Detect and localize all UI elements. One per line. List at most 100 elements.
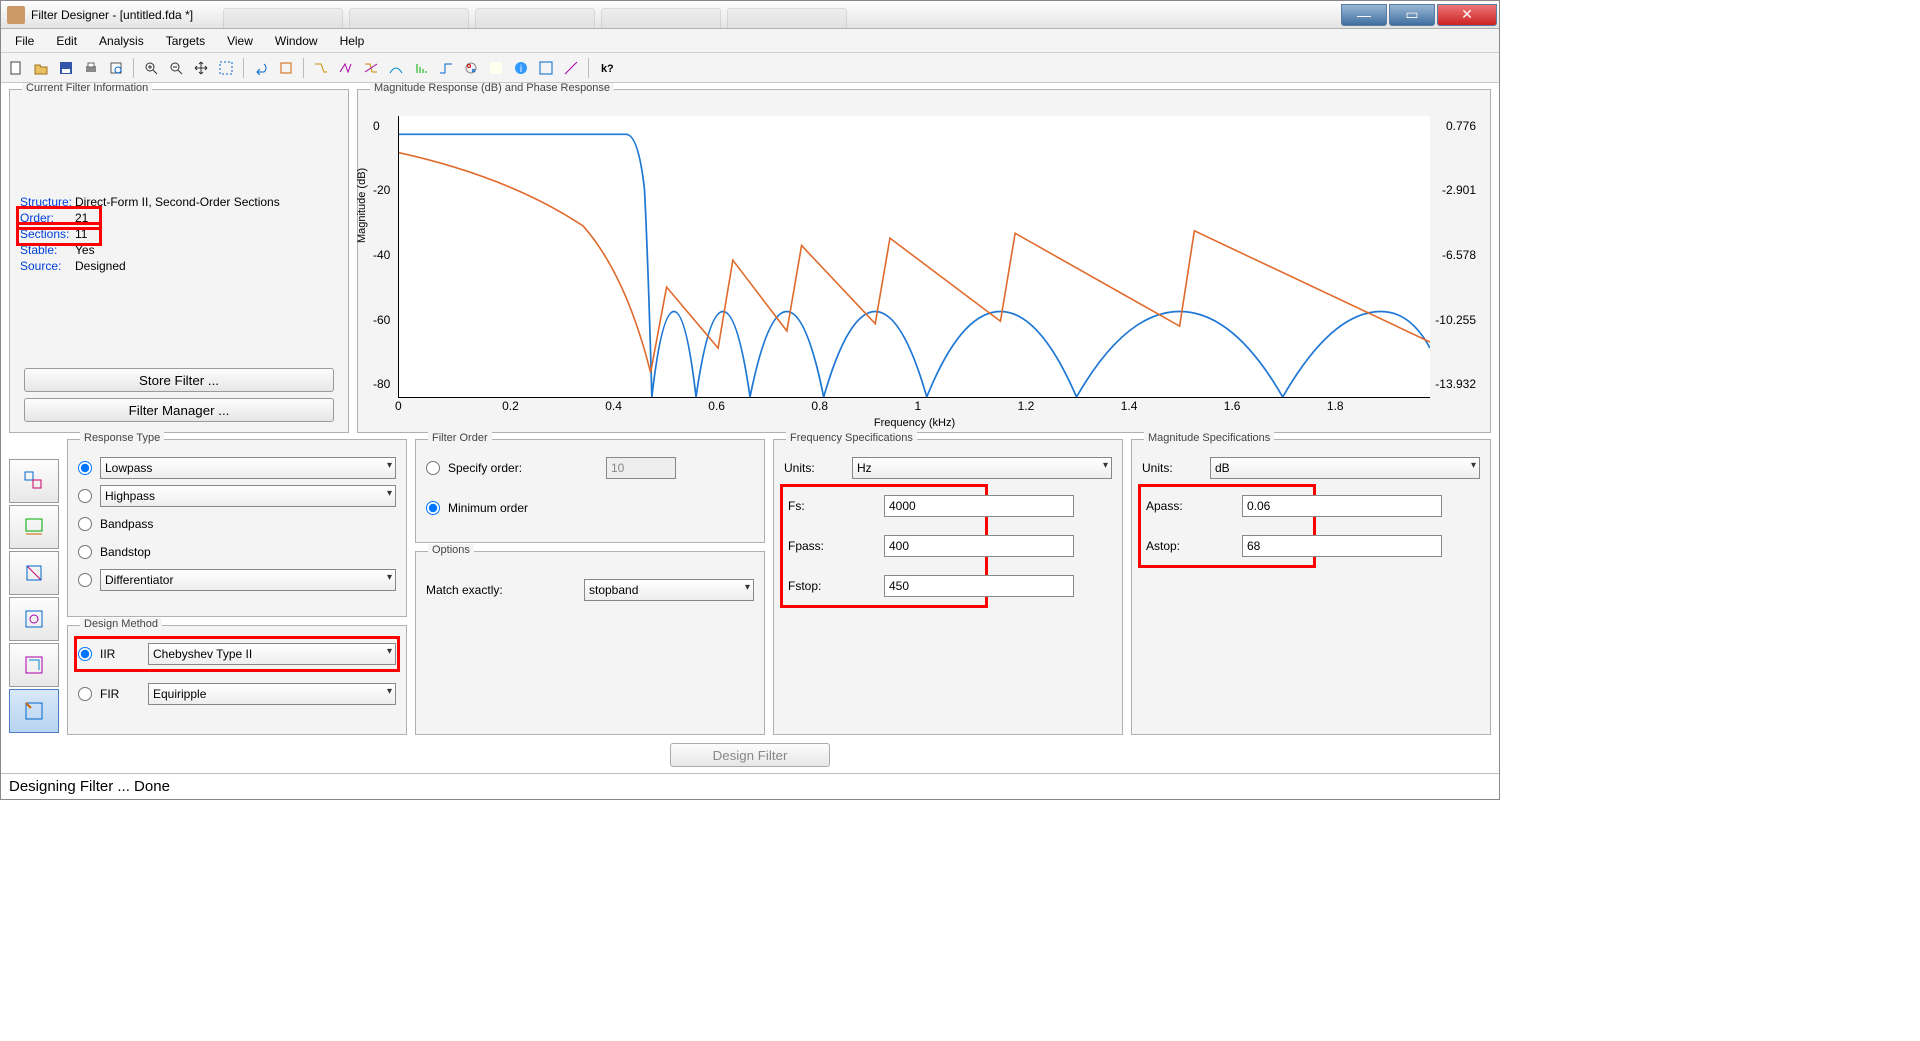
current-filter-info-panel: Current Filter Information Structure:Dir… (9, 89, 349, 433)
diff-select[interactable]: Differentiator (100, 569, 396, 591)
menu-analysis[interactable]: Analysis (89, 31, 154, 51)
sidetool-2-icon[interactable] (9, 505, 59, 549)
minimum-order-radio[interactable] (426, 501, 440, 515)
response-phase-icon[interactable] (335, 57, 357, 79)
maximize-button[interactable]: ▭ (1389, 4, 1435, 26)
save-icon[interactable] (55, 57, 77, 79)
zoom-out-icon[interactable] (165, 57, 187, 79)
menu-edit[interactable]: Edit (46, 31, 87, 51)
fir-label: FIR (100, 687, 140, 701)
sidetool-3-icon[interactable] (9, 551, 59, 595)
response-coef-icon[interactable] (485, 57, 507, 79)
print-icon[interactable] (80, 57, 102, 79)
fs-input[interactable] (884, 495, 1074, 517)
menu-view[interactable]: View (217, 31, 263, 51)
iir-select[interactable]: Chebyshev Type II (148, 643, 396, 665)
response-group-icon[interactable] (385, 57, 407, 79)
fstop-input[interactable] (884, 575, 1074, 597)
menu-help[interactable]: Help (330, 31, 375, 51)
lowpass-select[interactable]: Lowpass (100, 457, 396, 479)
response-polezero-icon[interactable] (460, 57, 482, 79)
ytick1: -40 (373, 248, 390, 262)
ytick1: -20 (373, 183, 390, 197)
sidetool-5-icon[interactable] (9, 643, 59, 687)
highpass-select[interactable]: Highpass (100, 485, 396, 507)
filter-manager-button[interactable]: Filter Manager ... (24, 398, 334, 422)
xlabel: Frequency (kHz) (874, 417, 955, 429)
stable-label: Stable: (20, 243, 75, 257)
zoom-in-icon[interactable] (140, 57, 162, 79)
help-icon[interactable]: k? (595, 57, 617, 79)
close-button[interactable]: ✕ (1437, 4, 1497, 26)
structure-label: Structure: (20, 195, 75, 209)
xtick: 1 (915, 399, 922, 413)
minimize-button[interactable]: — (1341, 4, 1387, 26)
bandpass-label: Bandpass (100, 517, 153, 531)
design-filter-button[interactable]: Design Filter (670, 743, 830, 767)
match-select[interactable]: stopband (584, 579, 754, 601)
iir-radio[interactable] (78, 647, 92, 661)
design-method-panel: Design Method IIRChebyshev Type II FIREq… (67, 625, 407, 735)
response-view2-icon[interactable] (560, 57, 582, 79)
source-label: Source: (20, 259, 75, 273)
menu-window[interactable]: Window (265, 31, 328, 51)
undo-icon[interactable] (250, 57, 272, 79)
astop-input[interactable] (1242, 535, 1442, 557)
sidetool-design-icon[interactable] (9, 689, 59, 733)
zoom-fit-icon[interactable] (215, 57, 237, 79)
sidetool-1-icon[interactable] (9, 459, 59, 503)
freq-units-select[interactable]: Hz (852, 457, 1112, 479)
bandpass-radio[interactable] (78, 517, 92, 531)
fpass-input[interactable] (884, 535, 1074, 557)
info-legend: Current Filter Information (22, 83, 152, 94)
ytick1: -60 (373, 313, 390, 327)
specify-order-radio[interactable] (426, 461, 440, 475)
highpass-radio[interactable] (78, 489, 92, 503)
xtick: 1.6 (1224, 399, 1241, 413)
mag-units-select[interactable]: dB (1210, 457, 1480, 479)
side-toolbar (9, 439, 59, 735)
lowpass-radio[interactable] (78, 461, 92, 475)
response-impulse-icon[interactable] (410, 57, 432, 79)
response-info-icon[interactable]: i (510, 57, 532, 79)
response-type-panel: Response Type Lowpass Highpass Bandpass … (67, 439, 407, 617)
sidetool-4-icon[interactable] (9, 597, 59, 641)
freq-legend: Frequency Specifications (786, 432, 917, 444)
print-preview-icon[interactable] (105, 57, 127, 79)
diff-radio[interactable] (78, 573, 92, 587)
response-mag-icon[interactable] (310, 57, 332, 79)
ytick2: -10.255 (1435, 313, 1476, 327)
ytick1: -80 (373, 377, 390, 391)
xtick: 1.8 (1327, 399, 1344, 413)
toolbar: i k? (1, 53, 1499, 83)
fpass-label: Fpass: (788, 539, 868, 553)
ytick2: -13.932 (1435, 377, 1476, 391)
store-filter-button[interactable]: Store Filter ... (24, 368, 334, 392)
ytick2: -2.901 (1442, 183, 1476, 197)
app-icon (7, 6, 25, 24)
specify-order-input[interactable] (606, 457, 676, 479)
menu-targets[interactable]: Targets (156, 31, 215, 51)
order-label: Order: (20, 211, 75, 225)
pan-icon[interactable] (190, 57, 212, 79)
sections-value: 11 (75, 227, 87, 241)
window-title: Filter Designer - [untitled.fda *] (31, 8, 193, 22)
ylabel1: Magnitude (dB) (356, 168, 368, 243)
redo-icon[interactable] (275, 57, 297, 79)
menu-file[interactable]: File (5, 31, 44, 51)
xtick: 0.6 (708, 399, 725, 413)
response-view1-icon[interactable] (535, 57, 557, 79)
fir-radio[interactable] (78, 687, 92, 701)
titlebar: Filter Designer - [untitled.fda *] — ▭ ✕ (1, 1, 1499, 29)
response-magphase-icon[interactable] (360, 57, 382, 79)
response-step-icon[interactable] (435, 57, 457, 79)
minimum-order-label: Minimum order (448, 501, 528, 515)
apass-input[interactable] (1242, 495, 1442, 517)
fstop-label: Fstop: (788, 579, 868, 593)
xtick: 0 (395, 399, 402, 413)
fir-select[interactable]: Equiripple (148, 683, 396, 705)
bandstop-radio[interactable] (78, 545, 92, 559)
new-icon[interactable] (5, 57, 27, 79)
open-icon[interactable] (30, 57, 52, 79)
stable-value: Yes (75, 243, 95, 257)
